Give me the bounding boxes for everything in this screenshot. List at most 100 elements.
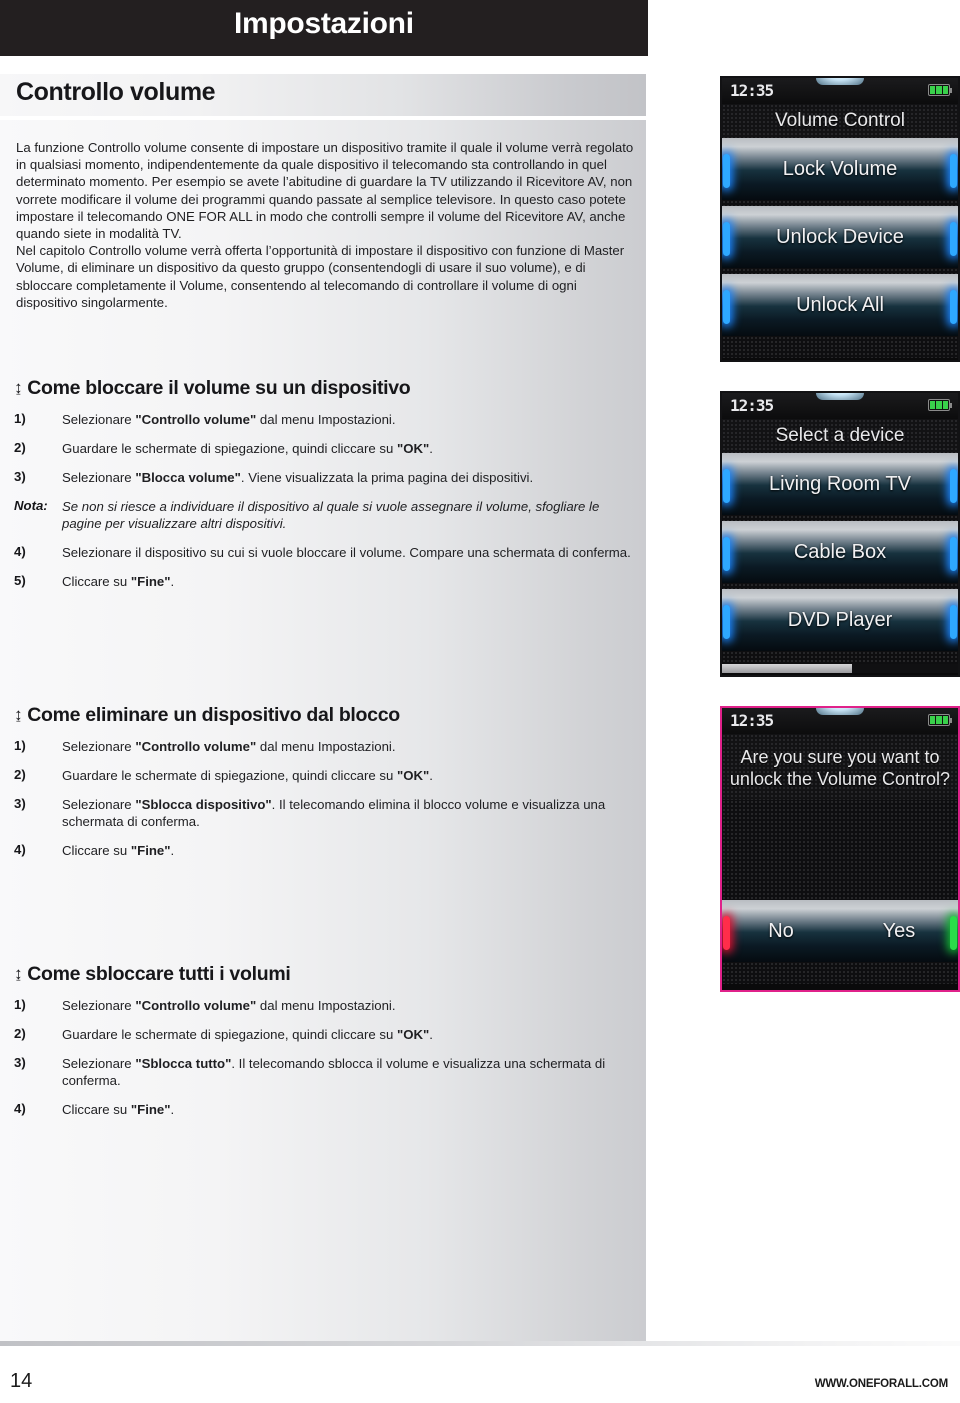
remote-menu-item-living-room-tv[interactable]: Living Room TV — [722, 453, 958, 515]
button-glow-right-icon — [950, 469, 957, 503]
remote-menu-item-label: Unlock All — [796, 294, 884, 316]
list-item: 4) Cliccare su "Fine". — [0, 842, 646, 859]
step-marker: 3) — [14, 469, 26, 484]
remote-button-label: Yes — [882, 920, 916, 942]
note-marker: Nota: — [14, 498, 48, 513]
remote-menu-item-cable-box[interactable]: Cable Box — [722, 521, 958, 583]
remote-menu-item-unlock-all[interactable]: Unlock All — [722, 274, 958, 336]
step-marker: 3) — [14, 796, 26, 811]
step-marker: 1) — [14, 411, 26, 426]
remote-screenshot-confirm-unlock: 12:35 Are you sure you want to unlock th… — [720, 706, 960, 992]
section-heading: ↨ Come sbloccare tutti i volumi — [14, 963, 291, 986]
clock-label: 12:35 — [730, 711, 774, 730]
list-item: 2) Guardare le schermate di spiegazione,… — [0, 767, 646, 784]
button-glow-right-icon — [950, 290, 957, 324]
step-marker: 2) — [14, 1026, 26, 1041]
section-heading-label: Come sbloccare tutti i volumi — [27, 963, 291, 985]
step-text: Cliccare su "Fine". — [62, 574, 175, 589]
section-heading-label: Come eliminare un dispositivo dal blocco — [27, 704, 400, 726]
step-text: Cliccare su "Fine". — [62, 843, 175, 858]
battery-full-icon — [928, 399, 952, 411]
step-marker: 3) — [14, 1055, 26, 1070]
speaker-notch-icon — [816, 78, 864, 85]
step-marker: 1) — [14, 738, 26, 753]
remote-screen-title: Volume Control — [722, 104, 958, 138]
page-title: Controllo volume — [16, 78, 216, 106]
step-marker: 5) — [14, 573, 26, 588]
remote-menu-item-label: Unlock Device — [776, 226, 904, 248]
list-item: 1) Selezionare "Controllo volume" dal me… — [0, 738, 646, 755]
list-item: 3) Selezionare "Blocca volume". Viene vi… — [0, 469, 646, 486]
button-glow-right-icon — [950, 605, 957, 639]
section-heading: ↨ Come eliminare un dispositivo dal blocc… — [14, 704, 400, 727]
step-text: Selezionare "Controllo volume" dal menu … — [62, 412, 396, 427]
battery-full-icon — [928, 84, 952, 96]
section-title-panel: Controllo volume — [0, 74, 646, 116]
remote-menu-item-label: Cable Box — [793, 541, 887, 563]
step-list: 1) Selezionare "Controllo volume" dal me… — [0, 738, 646, 871]
step-marker: 2) — [14, 767, 26, 782]
button-glow-left-icon — [723, 154, 730, 188]
list-item: 4) Selezionare il dispositivo su cui si … — [0, 544, 646, 561]
step-list: 1) Selezionare "Controllo volume" dal me… — [0, 997, 646, 1130]
list-item: 4) Cliccare su "Fine". — [0, 1101, 646, 1118]
remote-menu-item-dvd-player[interactable]: DVD Player — [722, 589, 958, 651]
step-text: Selezionare "Controllo volume" dal menu … — [62, 998, 396, 1013]
button-glow-left-icon — [723, 605, 730, 639]
button-glow-green-icon — [950, 916, 957, 950]
list-item: 3) Selezionare "Sblocca tutto". Il telec… — [0, 1055, 646, 1089]
speaker-notch-icon — [816, 708, 864, 715]
remote-status-bar: 12:35 — [722, 393, 958, 419]
list-item: 5) Cliccare su "Fine". — [0, 573, 646, 590]
list-item: 2) Guardare le schermate di spiegazione,… — [0, 440, 646, 457]
remote-menu-item-label: Living Room TV — [769, 473, 911, 495]
button-glow-right-icon — [950, 537, 957, 571]
page-number: 14 — [10, 1370, 33, 1392]
step-list: 1) Selezionare "Controllo volume" dal me… — [0, 411, 646, 602]
step-text: Selezionare "Blocca volume". Viene visua… — [62, 470, 534, 485]
section-heading: ↨ Come bloccare il volume su un dispositi… — [14, 377, 411, 400]
remote-screenshot-volume-control: 12:35 Volume Control Lock Volume Unlock … — [720, 76, 960, 362]
remote-menu-item-lock-volume[interactable]: Lock Volume — [722, 138, 958, 200]
bullet-arrow-icon: ↨ — [14, 378, 23, 397]
step-text: Cliccare su "Fine". — [62, 1102, 175, 1117]
remote-button-label: No — [768, 920, 794, 942]
page-header-title: Impostazioni — [234, 7, 414, 40]
note-item: Nota: Se non si riesce a individuare il … — [0, 498, 646, 532]
intro-paragraph-1: La funzione Controllo volume consente di… — [16, 140, 634, 242]
bullet-arrow-icon: ↨ — [14, 705, 23, 724]
speaker-notch-icon — [816, 393, 864, 400]
step-text: Selezionare "Controllo volume" dal menu … — [62, 739, 396, 754]
page-indicator-scrollbar[interactable] — [722, 664, 958, 673]
clock-label: 12:35 — [730, 81, 774, 100]
step-text: Selezionare il dispositivo su cui si vuo… — [62, 545, 631, 560]
remote-answer-row: No Yes — [722, 900, 958, 962]
button-glow-left-icon — [723, 222, 730, 256]
remote-button-no[interactable]: No — [722, 900, 840, 962]
intro-paragraphs: La funzione Controllo volume consente di… — [16, 139, 636, 311]
bullet-arrow-icon: ↨ — [14, 964, 23, 983]
button-glow-right-icon — [950, 222, 957, 256]
footer-divider — [0, 1341, 960, 1346]
step-marker: 4) — [14, 842, 26, 857]
step-marker: 2) — [14, 440, 26, 455]
remote-screen-filler — [722, 336, 958, 358]
remote-status-bar: 12:35 — [722, 78, 958, 104]
remote-screen-filler — [722, 962, 958, 984]
remote-menu-item-unlock-device[interactable]: Unlock Device — [722, 206, 958, 268]
step-text: Selezionare "Sblocca tutto". Il telecoma… — [62, 1056, 606, 1088]
page-header-bar: Impostazioni — [0, 0, 648, 56]
list-item: 1) Selezionare "Controllo volume" dal me… — [0, 411, 646, 428]
remote-confirm-message: Are you sure you want to unlock the Volu… — [722, 734, 958, 800]
remote-button-yes[interactable]: Yes — [840, 900, 958, 962]
remote-screen-filler — [722, 651, 958, 664]
section-heading-label: Come bloccare il volume su un dispositiv… — [27, 377, 411, 399]
list-item: 3) Selezionare "Sblocca dispositivo". Il… — [0, 796, 646, 830]
remote-status-bar: 12:35 — [722, 708, 958, 734]
content-panel: La funzione Controllo volume consente di… — [0, 120, 646, 1346]
button-glow-left-icon — [723, 469, 730, 503]
button-glow-left-icon — [723, 290, 730, 324]
footer-website-url: WWW.ONEFORALL.COM — [814, 1378, 949, 1390]
battery-full-icon — [928, 714, 952, 726]
step-text: Guardare le schermate di spiegazione, qu… — [62, 441, 433, 456]
